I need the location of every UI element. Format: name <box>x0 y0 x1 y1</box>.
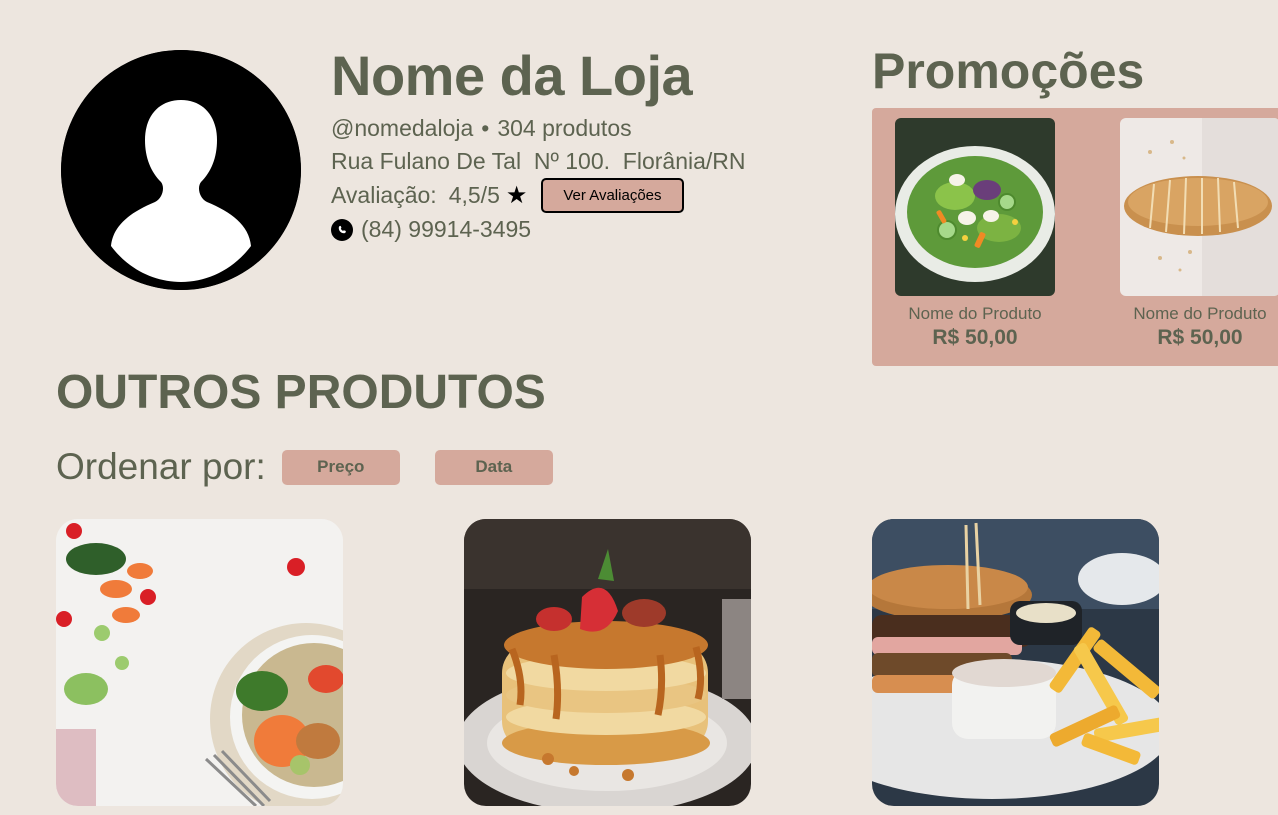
promotions-title: Promoções <box>872 43 1145 99</box>
promo-card[interactable]: Nome do Produto R$ 50,00 <box>1120 118 1278 350</box>
store-rating: Avaliação: 4,5/5 ★ Ver Avaliações <box>331 178 746 214</box>
promo-product-price: R$ 50,00 <box>1157 326 1243 349</box>
phone-number: (84) 99914-3495 <box>361 216 532 243</box>
promo-product-price: R$ 50,00 <box>932 326 1018 349</box>
promo-image-salad[interactable] <box>895 118 1055 296</box>
store-phone: (84) 99914-3495 <box>331 213 746 246</box>
rating-label: Avaliação: <box>331 182 437 209</box>
sort-label: Ordenar por: <box>56 446 266 487</box>
product-card-burger-fries[interactable] <box>872 519 1159 806</box>
product-count: 304 produtos <box>497 115 632 142</box>
sort-controls: Ordenar por: Preço Data <box>56 446 553 488</box>
product-card-pancakes[interactable] <box>464 519 751 806</box>
other-products-title: OUTROS PRODUTOS <box>56 366 546 419</box>
sort-by-price-button[interactable]: Preço <box>281 449 400 485</box>
store-meta: @nomedaloja • 304 produtos <box>331 112 746 145</box>
promotions-carousel[interactable]: Nome do Produto R$ 50,00 Nome do Produto… <box>872 108 1278 366</box>
promo-product-name: Nome do Produto <box>1133 304 1267 323</box>
promo-card[interactable]: Nome do Produto R$ 50,00 <box>895 118 1055 350</box>
store-address: Rua Fulano De Tal Nº 100. Florânia/RN <box>331 148 746 175</box>
user-silhouette-icon <box>61 50 301 290</box>
promo-image-bread[interactable] <box>1120 118 1278 296</box>
store-avatar <box>61 50 301 290</box>
star-icon: ★ <box>505 182 528 210</box>
rating-value: 4,5/5 <box>448 182 500 209</box>
product-card-vegetable-bowl[interactable] <box>56 519 343 806</box>
store-handle: @nomedaloja <box>331 115 474 142</box>
whatsapp-icon <box>331 218 353 241</box>
promo-product-name: Nome do Produto <box>908 304 1042 323</box>
view-reviews-button[interactable]: Ver Avaliações <box>541 178 684 214</box>
store-name: Nome da Loja <box>331 44 693 107</box>
separator-dot: • <box>481 115 490 142</box>
store-info: Nome da Loja @nomedaloja • 304 produtos Ru… <box>331 44 746 246</box>
sort-by-date-button[interactable]: Data <box>434 449 553 485</box>
